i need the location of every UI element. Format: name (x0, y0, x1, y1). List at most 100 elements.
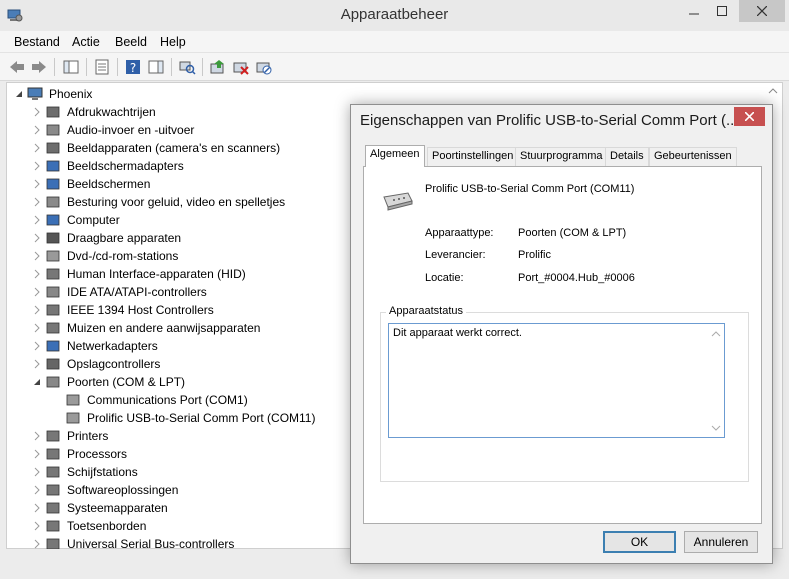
tree-item-label: Beeldschermadapters (67, 159, 184, 173)
tree-item-label: Prolific USB-to-Serial Comm Port (COM11) (87, 411, 316, 425)
device-category-icon (46, 196, 60, 208)
tree-item-label: Schijfstations (67, 465, 138, 479)
tab-details[interactable]: Details (605, 147, 649, 166)
uninstall-device-icon[interactable] (232, 58, 250, 76)
menu-bar: Bestand Actie Beeld Help (0, 31, 789, 53)
expand-arrow-icon[interactable] (33, 485, 41, 495)
serial-port-icon (383, 192, 413, 211)
expand-arrow-icon[interactable] (33, 179, 41, 189)
ok-button[interactable]: OK (603, 531, 676, 553)
expand-arrow-icon[interactable] (33, 215, 41, 225)
tab-poortinstellingen[interactable]: Poortinstellingen (427, 147, 519, 166)
device-category-icon (46, 286, 60, 298)
device-category-icon (46, 376, 60, 388)
tree-item-label: Opslagcontrollers (67, 357, 161, 371)
tree-item-label: Printers (67, 429, 109, 443)
close-button[interactable] (739, 0, 785, 22)
tree-item-label: Besturing voor geluid, video en spelletj… (67, 195, 286, 209)
expand-arrow-icon[interactable] (33, 251, 41, 261)
device-category-icon (46, 250, 60, 262)
toolbar-separator (117, 58, 118, 76)
scroll-up-icon[interactable] (709, 327, 723, 341)
expand-arrow-icon[interactable] (33, 161, 41, 171)
expand-arrow-icon[interactable] (33, 323, 41, 333)
scroll-up-icon[interactable] (766, 85, 780, 97)
update-driver-icon[interactable] (209, 58, 227, 76)
scan-hardware-icon[interactable] (178, 58, 196, 76)
menu-help[interactable]: Help (160, 35, 186, 49)
collapse-arrow-icon[interactable] (15, 89, 23, 99)
help-icon[interactable]: ? (124, 58, 142, 76)
tab-algemeen[interactable]: Algemeen (365, 145, 425, 167)
tree-item-label: Dvd-/cd-rom-stations (67, 249, 179, 263)
expand-arrow-icon[interactable] (33, 431, 41, 441)
expand-arrow-icon[interactable] (33, 503, 41, 513)
device-category-icon (46, 484, 60, 496)
close-icon (745, 112, 754, 121)
expand-arrow-icon[interactable] (33, 125, 41, 135)
menu-actie[interactable]: Actie (72, 35, 100, 49)
dialog-title: Eigenschappen van Prolific USB-to-Serial… (360, 112, 739, 129)
window-title: Apparaatbeheer (340, 6, 449, 23)
tree-item-label: Afdrukwachtrijen (67, 105, 156, 119)
device-category-icon (46, 178, 60, 190)
expand-arrow-icon[interactable] (33, 539, 41, 549)
prop-value-locatie: Port_#0004.Hub_#0006 (518, 272, 635, 284)
device-name: Prolific USB-to-Serial Comm Port (COM11) (425, 183, 635, 195)
maximize-button[interactable] (708, 0, 736, 22)
expand-arrow-icon[interactable] (33, 359, 41, 369)
device-category-icon (46, 214, 60, 226)
properties-dialog: Eigenschappen van Prolific USB-to-Serial… (350, 104, 773, 564)
device-status-text: Dit apparaat werkt correct. (393, 327, 522, 339)
device-category-icon (46, 358, 60, 370)
expand-arrow-icon[interactable] (33, 341, 41, 351)
prop-key-locatie: Locatie: (425, 272, 464, 284)
expand-arrow-icon[interactable] (33, 467, 41, 477)
tree-item-label: Human Interface-apparaten (HID) (67, 267, 246, 281)
device-category-icon (46, 340, 60, 352)
device-category-icon (46, 448, 60, 460)
toolbar-separator (202, 58, 203, 76)
menu-bestand[interactable]: Bestand (14, 35, 60, 49)
expand-arrow-icon[interactable] (33, 287, 41, 297)
properties-icon[interactable] (93, 58, 111, 76)
device-category-icon (66, 394, 80, 406)
toolbar-separator (171, 58, 172, 76)
expand-arrow-icon[interactable] (33, 449, 41, 459)
prop-key-leverancier: Leverancier: (425, 249, 486, 261)
collapse-arrow-icon[interactable] (33, 377, 41, 387)
expand-arrow-icon[interactable] (33, 269, 41, 279)
expand-arrow-icon[interactable] (33, 305, 41, 315)
device-category-icon (46, 106, 60, 118)
device-category-icon (46, 124, 60, 136)
expand-arrow-icon[interactable] (33, 233, 41, 243)
dialog-titlebar: Eigenschappen van Prolific USB-to-Serial… (351, 105, 772, 135)
status-group-label: Apparaatstatus (386, 305, 466, 317)
back-arrow-icon[interactable] (8, 58, 26, 76)
tree-item-label: Beeldschermen (67, 177, 151, 191)
device-category-icon (46, 160, 60, 172)
console-tree-icon[interactable] (62, 58, 80, 76)
tree-item-label: Netwerkadapters (67, 339, 158, 353)
tree-item-label: IEEE 1394 Host Controllers (67, 303, 214, 317)
tree-item-label: Processors (67, 447, 128, 461)
expand-arrow-icon[interactable] (33, 107, 41, 117)
device-status-textbox[interactable]: Dit apparaat werkt correct. (388, 323, 725, 438)
expand-arrow-icon[interactable] (33, 197, 41, 207)
cancel-button[interactable]: Annuleren (684, 531, 758, 553)
action-pane-icon[interactable] (147, 58, 165, 76)
tab-gebeurtenissen[interactable]: Gebeurtenissen (649, 147, 737, 166)
scroll-down-icon[interactable] (709, 421, 723, 435)
disable-device-icon[interactable] (255, 58, 273, 76)
general-tab-panel: Prolific USB-to-Serial Comm Port (COM11)… (363, 166, 762, 524)
dialog-close-button[interactable] (734, 107, 765, 126)
minimize-button[interactable] (680, 0, 708, 22)
forward-arrow-icon[interactable] (30, 58, 48, 76)
tab-stuurprogramma[interactable]: Stuurprogramma (515, 147, 608, 166)
expand-arrow-icon[interactable] (33, 143, 41, 153)
device-category-icon (46, 232, 60, 244)
tree-item-label: Poorten (COM & LPT) (67, 375, 186, 389)
menu-beeld[interactable]: Beeld (115, 35, 147, 49)
expand-arrow-icon[interactable] (33, 521, 41, 531)
device-category-icon (46, 502, 60, 514)
